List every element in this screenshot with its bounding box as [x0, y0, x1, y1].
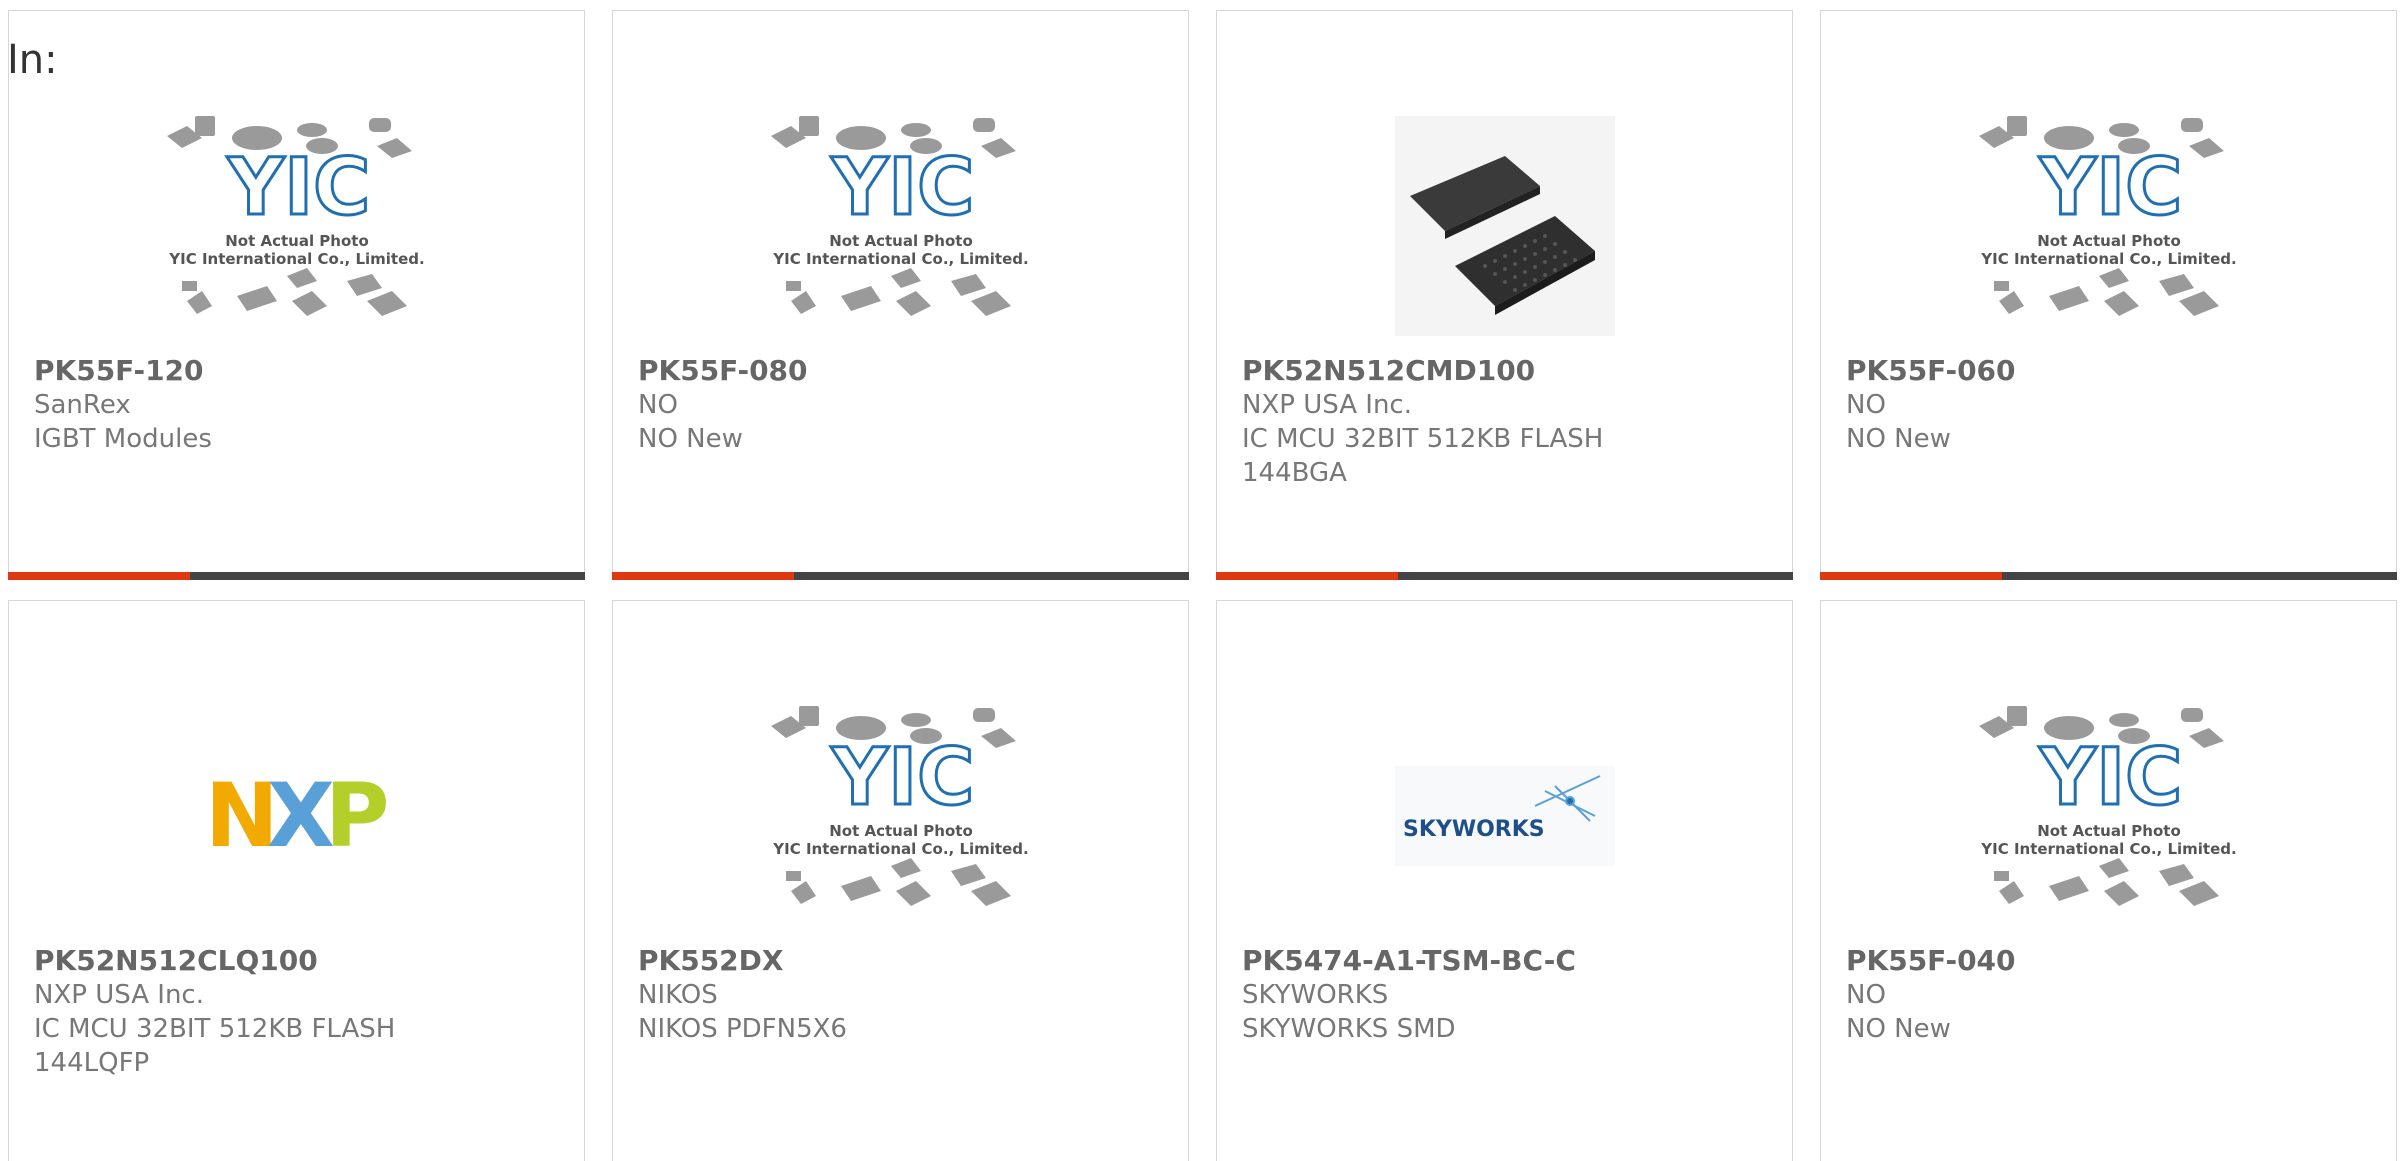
manufacturer: NXP USA Inc.: [1242, 390, 1412, 420]
placeholder-line2: YIC International Co., Limited.: [772, 840, 1028, 858]
product-image: YIC Not Actual Photo YIC International C…: [613, 686, 1188, 946]
placeholder-line1: Not Actual Photo: [2037, 822, 2181, 840]
placeholder-line2: YIC International Co., Limited.: [1980, 250, 2236, 268]
card-accent-bar: [8, 572, 585, 580]
placeholder-line2: YIC International Co., Limited.: [1980, 840, 2236, 858]
product-grid-page: In: YIC Not Actual Photo YIC Internation…: [0, 0, 2400, 1161]
product-image: [1217, 96, 1792, 356]
yic-logo-text: YIC: [830, 143, 974, 233]
product-info: PK52N512CLQ100 NXP USA Inc. IC MCU 32BIT…: [34, 944, 559, 1080]
product-card[interactable]: YIC Not Actual Photo YIC International C…: [612, 600, 1189, 1161]
nxp-logo: N X P: [205, 766, 390, 866]
yic-logo-text: YIC: [2038, 143, 2182, 233]
yic-placeholder-image: YIC Not Actual Photo YIC International C…: [166, 116, 424, 316]
product-card[interactable]: YIC Not Actual Photo YIC International C…: [612, 10, 1189, 580]
description-2: 144BGA: [1242, 458, 1347, 488]
card-accent-bar: [1216, 572, 1793, 580]
skyworks-wordmark: SKYWORKS: [1403, 817, 1545, 842]
description: NO New: [1846, 424, 1951, 454]
product-image: SKYWORKS: [1217, 686, 1792, 946]
skyworks-logo: SKYWORKS: [1394, 766, 1615, 866]
product-info: PK55F-040 NO NO New: [1846, 944, 2371, 1046]
in-label: In:: [7, 37, 58, 83]
placeholder-line1: Not Actual Photo: [829, 822, 973, 840]
nxp-logo-p: P: [325, 766, 390, 866]
description: IC MCU 32BIT 512KB FLASH: [34, 1014, 396, 1044]
part-number[interactable]: PK5474-A1-TSM-BC-C: [1242, 944, 1767, 978]
product-card[interactable]: YIC Not Actual Photo YIC International C…: [1820, 10, 2397, 580]
bga-chips-photo: [1394, 116, 1615, 336]
manufacturer: NO: [638, 390, 678, 420]
card-accent-bar: [612, 572, 1189, 580]
accent-red-segment: [1216, 572, 1398, 580]
manufacturer: SanRex: [34, 390, 131, 420]
product-info: PK55F-120 SanRex IGBT Modules: [34, 354, 559, 456]
description: NO New: [638, 424, 743, 454]
product-image: YIC Not Actual Photo YIC International C…: [613, 96, 1188, 356]
part-number[interactable]: PK552DX: [638, 944, 1163, 978]
card-accent-bar: [1820, 572, 2397, 580]
product-image: YIC Not Actual Photo YIC International C…: [1821, 96, 2396, 356]
placeholder-line1: Not Actual Photo: [829, 232, 973, 250]
product-card[interactable]: SKYWORKS PK5474-A1-TSM-BC-C SKYWORKS SKY…: [1216, 600, 1793, 1161]
yic-placeholder-image: YIC Not Actual Photo YIC International C…: [770, 116, 1028, 316]
part-number[interactable]: PK55F-120: [34, 354, 559, 388]
description-2: 144LQFP: [34, 1048, 150, 1078]
manufacturer: NXP USA Inc.: [34, 980, 204, 1010]
accent-red-segment: [612, 572, 794, 580]
product-info: PK52N512CMD100 NXP USA Inc. IC MCU 32BIT…: [1242, 354, 1767, 490]
yic-logo-text: YIC: [830, 733, 974, 823]
accent-red-segment: [1820, 572, 2002, 580]
description: NIKOS PDFN5X6: [638, 1014, 847, 1044]
description: SKYWORKS SMD: [1242, 1014, 1456, 1044]
part-number[interactable]: PK52N512CMD100: [1242, 354, 1767, 388]
manufacturer: NIKOS: [638, 980, 718, 1010]
product-card[interactable]: PK52N512CMD100 NXP USA Inc. IC MCU 32BIT…: [1216, 10, 1793, 580]
product-image: YIC Not Actual Photo YIC International C…: [1821, 686, 2396, 946]
part-number[interactable]: PK52N512CLQ100: [34, 944, 559, 978]
yic-logo-text: YIC: [226, 143, 370, 233]
part-number[interactable]: PK55F-060: [1846, 354, 2371, 388]
placeholder-line1: Not Actual Photo: [225, 232, 369, 250]
yic-placeholder-image: YIC Not Actual Photo YIC International C…: [1978, 706, 2236, 906]
product-info: PK55F-060 NO NO New: [1846, 354, 2371, 456]
description: IGBT Modules: [34, 424, 212, 454]
part-number[interactable]: PK55F-040: [1846, 944, 2371, 978]
yic-logo-text: YIC: [2038, 733, 2182, 823]
product-info: PK552DX NIKOS NIKOS PDFN5X6: [638, 944, 1163, 1046]
part-number[interactable]: PK55F-080: [638, 354, 1163, 388]
description: NO New: [1846, 1014, 1951, 1044]
product-image: YIC Not Actual Photo YIC International C…: [9, 96, 584, 356]
product-info: PK55F-080 NO NO New: [638, 354, 1163, 456]
product-card[interactable]: YIC Not Actual Photo YIC International C…: [8, 10, 585, 580]
placeholder-line1: Not Actual Photo: [2037, 232, 2181, 250]
manufacturer: NO: [1846, 980, 1886, 1010]
yic-placeholder-image: YIC Not Actual Photo YIC International C…: [770, 706, 1028, 906]
manufacturer: NO: [1846, 390, 1886, 420]
product-card[interactable]: N X P PK52N512CLQ100 NXP USA Inc. IC MCU…: [8, 600, 585, 1161]
product-card[interactable]: YIC Not Actual Photo YIC International C…: [1820, 600, 2397, 1161]
manufacturer: SKYWORKS: [1242, 980, 1389, 1010]
product-image: N X P: [9, 686, 584, 946]
placeholder-line2: YIC International Co., Limited.: [772, 250, 1028, 268]
accent-red-segment: [8, 572, 190, 580]
product-info: PK5474-A1-TSM-BC-C SKYWORKS SKYWORKS SMD: [1242, 944, 1767, 1046]
description: IC MCU 32BIT 512KB FLASH: [1242, 424, 1604, 454]
yic-placeholder-image: YIC Not Actual Photo YIC International C…: [1978, 116, 2236, 316]
placeholder-line2: YIC International Co., Limited.: [168, 250, 424, 268]
